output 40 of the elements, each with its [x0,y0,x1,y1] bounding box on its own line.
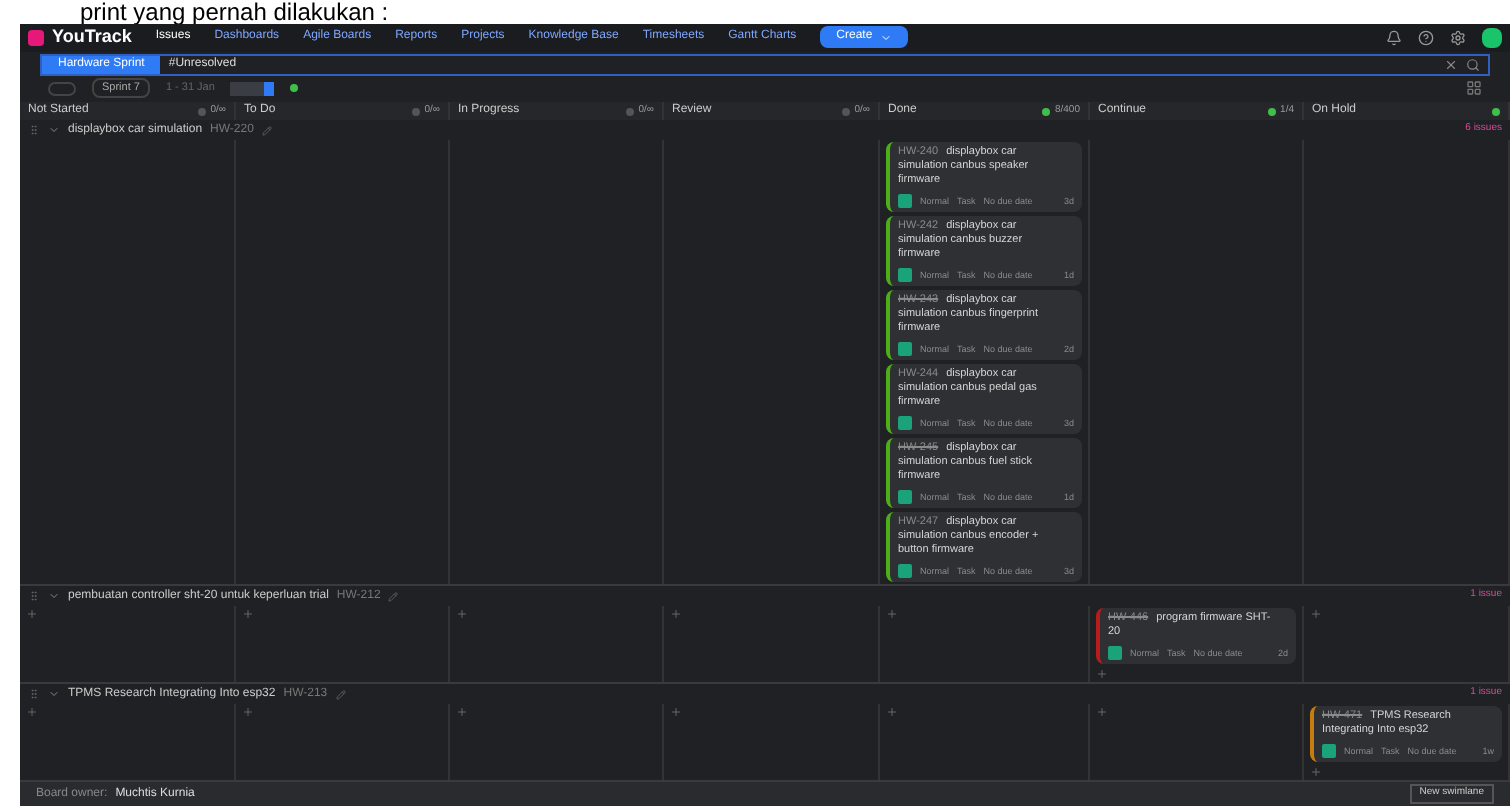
add-issue-icon[interactable] [886,706,898,718]
add-issue-icon[interactable] [242,706,254,718]
assignee-avatar [898,342,912,356]
add-issue-icon[interactable] [456,706,468,718]
assignee-avatar [898,268,912,282]
clear-icon[interactable] [1444,57,1458,71]
assignee-avatar [898,490,912,504]
add-issue-icon[interactable] [886,608,898,620]
add-issue-icon[interactable] [1096,706,1108,718]
assignee-avatar [1322,744,1336,758]
assignee-avatar [898,564,912,578]
settings-icon[interactable] [1450,29,1466,46]
collapse-icon[interactable] [48,688,60,700]
add-issue-icon[interactable] [1096,668,1108,680]
search-icon[interactable] [1466,57,1480,71]
notifications-icon[interactable] [1386,29,1402,46]
assignee-avatar [1108,646,1122,660]
logo[interactable]: YouTrack [28,24,132,51]
edit-icon[interactable] [261,125,272,135]
chart-icon[interactable] [230,81,275,96]
collapse-icon[interactable] [48,590,60,602]
add-issue-icon[interactable] [670,706,682,718]
document-caption: print yang pernah dilakukan : [78,0,391,24]
add-issue-icon[interactable] [242,608,254,620]
add-issue-icon[interactable] [26,608,38,620]
add-issue-icon[interactable] [456,608,468,620]
collapse-icon[interactable] [48,124,60,136]
edit-icon[interactable] [335,689,346,699]
edit-icon[interactable] [388,591,399,601]
toggle-button[interactable] [48,81,76,96]
caret-icon [880,31,893,44]
user-avatar[interactable] [1482,27,1502,48]
add-issue-icon[interactable] [1310,608,1322,620]
add-issue-icon[interactable] [26,706,38,718]
help-icon[interactable] [1418,29,1434,46]
assignee-avatar [898,416,912,430]
add-issue-icon[interactable] [670,608,682,620]
add-issue-icon[interactable] [1310,766,1322,778]
assignee-avatar [898,194,912,208]
layout-icon[interactable] [1466,80,1482,97]
